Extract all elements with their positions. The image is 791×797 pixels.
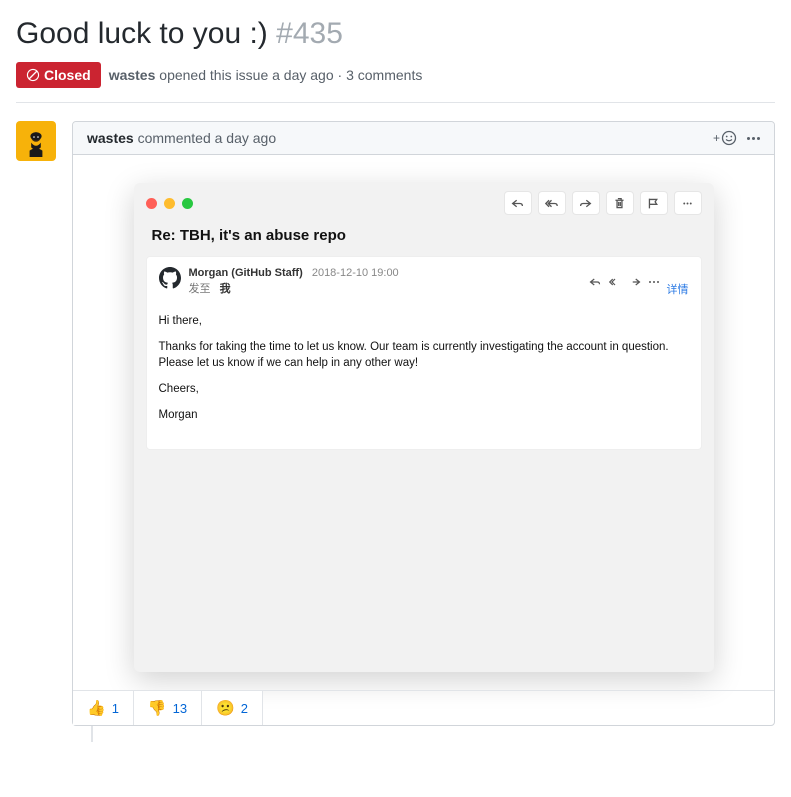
issue-title: Good luck to you :) #435 bbox=[16, 16, 775, 52]
comment-author-link[interactable]: wastes bbox=[87, 130, 134, 146]
email-signoff: Cheers, bbox=[159, 381, 689, 397]
comment: wastes commented a day ago + bbox=[72, 121, 775, 726]
email-signature: Morgan bbox=[159, 407, 689, 423]
sender-avatar bbox=[159, 267, 181, 289]
thumbs-up-icon: 👍 bbox=[87, 699, 106, 717]
email-body-line2: Please let us know if we can help in any… bbox=[159, 357, 419, 369]
email-window-chrome bbox=[134, 183, 714, 223]
reply-icon bbox=[511, 197, 524, 210]
reaction-count: 2 bbox=[241, 701, 248, 716]
email-body: Hi there, Thanks for taking the time to … bbox=[159, 297, 689, 423]
reaction-count: 13 bbox=[173, 701, 187, 716]
email-greeting: Hi there, bbox=[159, 313, 689, 329]
issue-opened-text: opened this issue a day ago bbox=[159, 67, 333, 83]
issue-number: #435 bbox=[276, 17, 343, 50]
reply-all-button bbox=[538, 191, 566, 215]
smiley-icon bbox=[721, 130, 737, 146]
avatar-image bbox=[20, 125, 52, 157]
issue-author-link[interactable]: wastes bbox=[109, 67, 156, 83]
email-empty-area bbox=[134, 462, 714, 672]
window-traffic-lights bbox=[146, 198, 193, 209]
email-body-line1: Thanks for taking the time to let us kno… bbox=[159, 341, 669, 353]
reaction-count: 1 bbox=[112, 701, 119, 716]
reactions-bar: 👍 1 👎 13 😕 2 bbox=[73, 690, 774, 725]
forward-button bbox=[572, 191, 600, 215]
email-card: Morgan (GitHub Staff) 2018-12-10 19:00 发… bbox=[146, 256, 702, 450]
zoom-dot-icon bbox=[182, 198, 193, 209]
email-screenshot: Re: TBH, it's an abuse repo Morgan (GitH… bbox=[134, 183, 714, 672]
email-to: 发至 我 bbox=[189, 280, 399, 296]
more-button bbox=[674, 191, 702, 215]
reply-icon bbox=[589, 276, 601, 288]
github-mark-icon bbox=[159, 267, 181, 289]
state-label: Closed bbox=[44, 67, 91, 83]
reply-all-icon bbox=[609, 276, 621, 288]
delete-button bbox=[606, 191, 634, 215]
reaction-thumbs-down[interactable]: 👎 13 bbox=[134, 691, 202, 725]
confused-icon: 😕 bbox=[216, 699, 235, 717]
trash-icon bbox=[613, 197, 626, 210]
flag-button bbox=[640, 191, 668, 215]
email-details-link: 详情 bbox=[667, 281, 689, 297]
meta-separator: · bbox=[338, 67, 343, 83]
more-icon bbox=[681, 197, 694, 210]
comment-body: Re: TBH, it's an abuse repo Morgan (GitH… bbox=[73, 155, 774, 690]
flag-icon bbox=[647, 197, 660, 210]
thumbs-down-icon: 👎 bbox=[148, 699, 167, 717]
email-toolbar bbox=[504, 191, 702, 215]
issue-comments-count: 3 comments bbox=[346, 67, 422, 83]
comment-header: wastes commented a day ago + bbox=[73, 122, 774, 155]
close-dot-icon bbox=[146, 198, 157, 209]
forward-icon bbox=[629, 276, 641, 288]
reaction-confused[interactable]: 😕 2 bbox=[202, 691, 263, 725]
reply-button bbox=[504, 191, 532, 215]
closed-icon bbox=[26, 68, 40, 82]
timeline-connector bbox=[91, 726, 93, 742]
comment-menu-button[interactable] bbox=[747, 137, 760, 140]
reaction-thumbs-up[interactable]: 👍 1 bbox=[73, 691, 134, 725]
state-badge-closed: Closed bbox=[16, 62, 101, 88]
avatar[interactable] bbox=[16, 121, 56, 161]
add-reaction-button[interactable]: + bbox=[713, 130, 737, 146]
email-subject: Re: TBH, it's an abuse repo bbox=[134, 223, 714, 256]
issue-title-text: Good luck to you :) bbox=[16, 17, 268, 50]
email-date: 2018-12-10 19:00 bbox=[312, 267, 399, 279]
email-from: Morgan (GitHub Staff) bbox=[189, 267, 303, 279]
forward-icon bbox=[579, 197, 592, 210]
reply-all-icon bbox=[545, 197, 558, 210]
minimize-dot-icon bbox=[164, 198, 175, 209]
issue-meta: Closed wastes opened this issue a day ag… bbox=[16, 62, 775, 103]
email-more-icon bbox=[649, 281, 659, 283]
plus-label: + bbox=[713, 131, 720, 145]
comment-action-text: commented a day ago bbox=[138, 130, 277, 146]
